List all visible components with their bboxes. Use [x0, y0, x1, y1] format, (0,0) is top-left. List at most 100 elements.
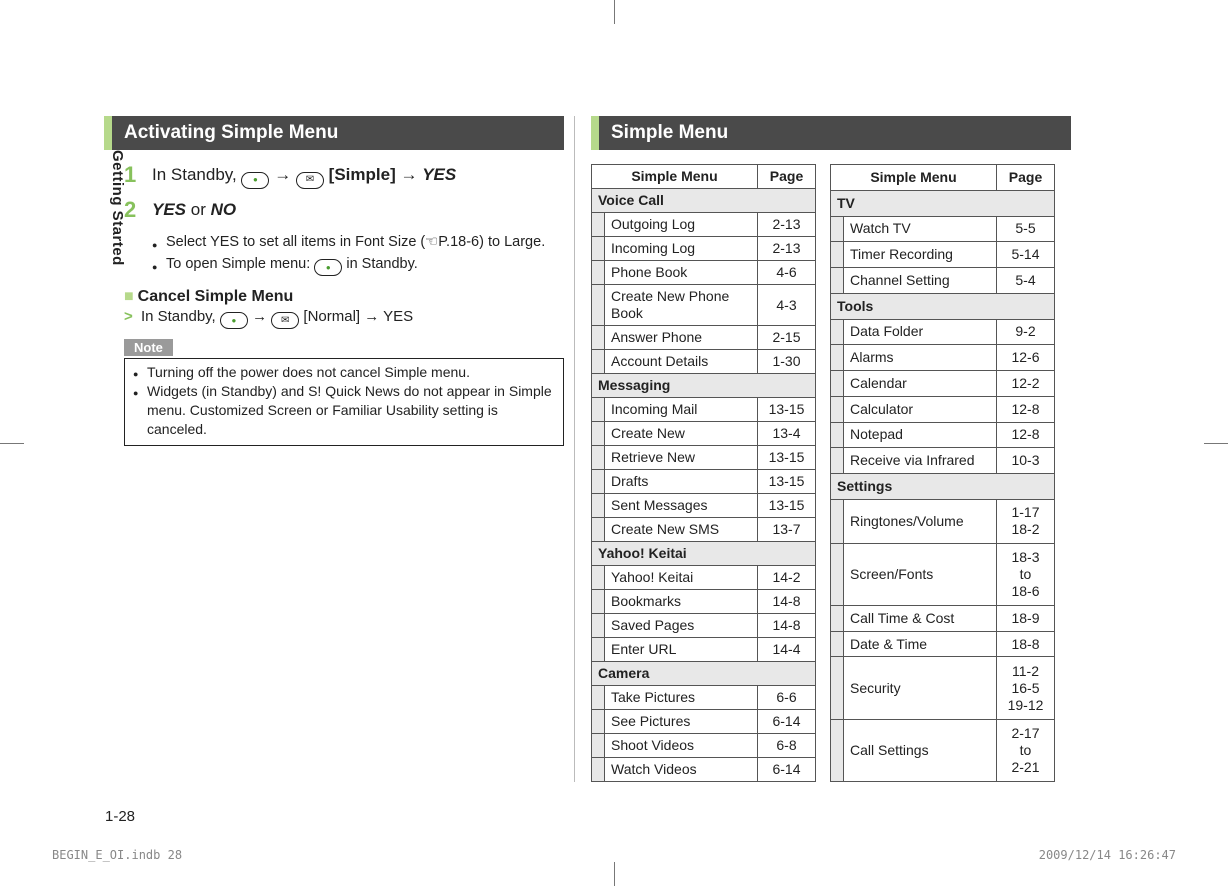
indent-cell — [831, 422, 844, 448]
menu-item-cell: Take Pictures — [605, 686, 758, 710]
menu-item-cell: Alarms — [844, 345, 997, 371]
step2-bullets: Select YES to set all items in Font Size… — [152, 231, 564, 277]
heading-accent — [591, 116, 599, 150]
page-ref-cell: 2-13 — [758, 213, 816, 237]
page-ref-cell: 9-2 — [997, 319, 1055, 345]
square-icon: ■ — [124, 288, 134, 305]
step2-yes: YES — [152, 200, 186, 219]
table-row: Yahoo! Keitai14-2 — [592, 566, 816, 590]
mail-key-icon — [296, 172, 324, 189]
page-ref-cell: 13-15 — [758, 470, 816, 494]
page-ref-cell: 14-8 — [758, 614, 816, 638]
footer-timestamp: 2009/12/14 16:26:47 — [1039, 848, 1176, 862]
txt: . — [541, 234, 545, 250]
table-row: Camera — [592, 662, 816, 686]
table-header-row: Simple Menu Page — [592, 165, 816, 189]
section-heading-activating: Activating Simple Menu — [104, 116, 564, 150]
page-ref-cell: 11-2 16-5 19-12 — [997, 657, 1055, 719]
table-header-row: Simple Menu Page — [831, 165, 1055, 191]
indent-cell — [592, 446, 605, 470]
th-menu: Simple Menu — [831, 165, 997, 191]
page-ref-cell: 2-17 to 2-21 — [997, 719, 1055, 781]
menu-item-cell: Call Time & Cost — [844, 605, 997, 631]
page-ref-cell: 6-6 — [758, 686, 816, 710]
table-row: Sent Messages13-15 — [592, 494, 816, 518]
category-cell: Tools — [831, 293, 1055, 319]
menu-item-cell: Watch TV — [844, 216, 997, 242]
page-ref-cell: 1-17 18-2 — [997, 499, 1055, 543]
table-row: Voice Call — [592, 189, 816, 213]
page-ref-cell: 10-3 — [997, 448, 1055, 474]
step1-simple: [Simple] — [329, 165, 396, 184]
note-item: Turning off the power does not cancel Si… — [133, 363, 555, 382]
crop-mark — [1204, 431, 1228, 455]
left-column: Activating Simple Menu 1 In Standby, → [… — [104, 116, 564, 782]
step1-yes: YES — [422, 165, 456, 184]
table-row: Answer Phone2-15 — [592, 326, 816, 350]
bullet-item: To open Simple menu: in Standby. — [152, 253, 564, 277]
table-row: Calendar12-2 — [831, 371, 1055, 397]
menu-item-cell: Notepad — [844, 422, 997, 448]
cancel-heading: ■Cancel Simple Menu — [124, 288, 564, 306]
table-row: TV — [831, 190, 1055, 216]
crop-mark — [0, 431, 24, 455]
menu-item-cell: Call Settings — [844, 719, 997, 781]
right-column: Simple Menu Simple Menu Page Voice CallO… — [591, 116, 1071, 782]
page-ref-cell: 12-8 — [997, 396, 1055, 422]
table-row: Create New SMS13-7 — [592, 518, 816, 542]
indent-cell — [831, 345, 844, 371]
indent-cell — [592, 758, 605, 782]
indent-cell — [831, 448, 844, 474]
category-cell: Camera — [592, 662, 816, 686]
table-row: Create New Phone Book4-3 — [592, 285, 816, 326]
table-row: Settings — [831, 474, 1055, 500]
table-row: Channel Setting5-4 — [831, 268, 1055, 294]
note-box: Turning off the power does not cancel Si… — [124, 358, 564, 446]
indent-cell — [592, 261, 605, 285]
indent-cell — [831, 499, 844, 543]
table-row: Watch Videos6-14 — [592, 758, 816, 782]
table-row: Yahoo! Keitai — [592, 542, 816, 566]
table-row: Call Settings2-17 to 2-21 — [831, 719, 1055, 781]
step-number: 2 — [124, 199, 152, 221]
step2-or: or — [191, 200, 211, 219]
table-row: Drafts13-15 — [592, 470, 816, 494]
indent-cell — [592, 494, 605, 518]
heading-text: Simple Menu — [599, 116, 1071, 150]
indent-cell — [831, 242, 844, 268]
indent-cell — [592, 590, 605, 614]
page-ref-cell: 13-4 — [758, 422, 816, 446]
step-1: 1 In Standby, → [Simple] → YES — [124, 164, 564, 189]
menu-item-cell: Ringtones/Volume — [844, 499, 997, 543]
table-row: See Pictures6-14 — [592, 710, 816, 734]
table-row: Watch TV5-5 — [831, 216, 1055, 242]
note-item: Widgets (in Standby) and S! Quick News d… — [133, 382, 555, 439]
page-ref-cell: 12-2 — [997, 371, 1055, 397]
page-ref-cell: 13-7 — [758, 518, 816, 542]
th-page: Page — [997, 165, 1055, 191]
page-ref-cell: 12-8 — [997, 422, 1055, 448]
table-row: Timer Recording5-14 — [831, 242, 1055, 268]
page-ref-cell: 6-8 — [758, 734, 816, 758]
txt: Large — [504, 234, 541, 250]
note-label: Note — [124, 339, 173, 356]
txt: To open Simple menu: — [166, 256, 314, 272]
indent-cell — [592, 686, 605, 710]
menu-item-cell: Create New Phone Book — [605, 285, 758, 326]
arrow-icon: → — [274, 165, 296, 184]
page-number: 1-28 — [105, 808, 135, 825]
indent-cell — [831, 605, 844, 631]
txt: Cancel Simple Menu — [138, 288, 294, 305]
crop-mark — [602, 862, 626, 886]
menu-item-cell: Saved Pages — [605, 614, 758, 638]
simple-menu-tables: Simple Menu Page Voice CallOutgoing Log2… — [591, 164, 1071, 782]
indent-cell — [592, 422, 605, 446]
menu-item-cell: Phone Book — [605, 261, 758, 285]
center-key-icon — [241, 172, 269, 189]
step2-no: NO — [211, 200, 237, 219]
txt: ) to — [479, 234, 504, 250]
menu-item-cell: Incoming Log — [605, 237, 758, 261]
center-key-icon — [220, 312, 248, 329]
th-menu: Simple Menu — [592, 165, 758, 189]
menu-item-cell: Timer Recording — [844, 242, 997, 268]
